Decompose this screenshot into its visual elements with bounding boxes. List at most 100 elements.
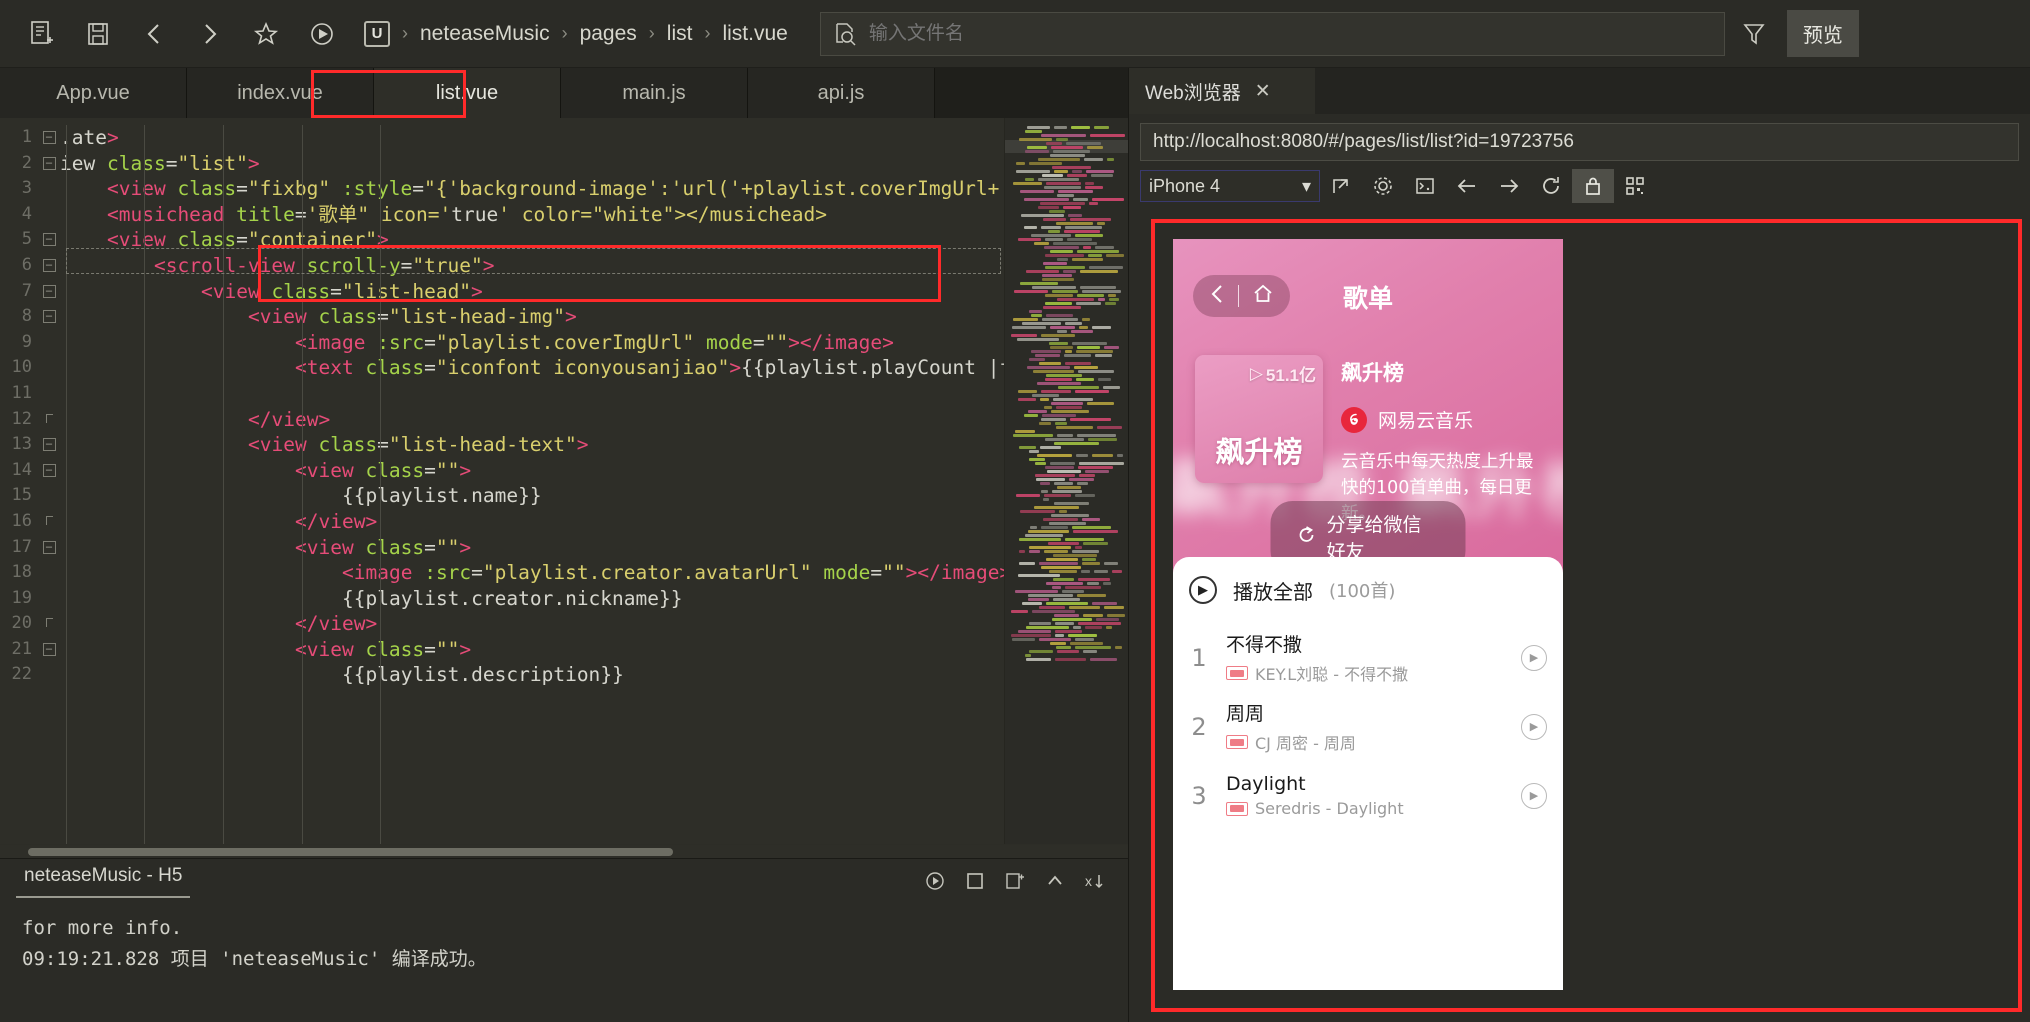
fold-marker[interactable]: − — [38, 637, 60, 663]
song-row[interactable]: 2 周周 CJ 周密 - 周周 ▶ — [1189, 692, 1547, 761]
minimap-line — [1092, 454, 1113, 457]
minimap-line — [1104, 346, 1119, 349]
fold-marker[interactable]: − — [38, 535, 60, 561]
minimap-line — [1067, 238, 1092, 241]
fold-marker[interactable] — [38, 381, 60, 407]
file-search-box[interactable] — [820, 12, 1725, 56]
console-icon[interactable] — [1404, 169, 1446, 203]
play-all-row[interactable]: ▶ 播放全部 (100首) — [1189, 557, 1547, 623]
minimap-line — [1055, 622, 1074, 625]
stop-icon[interactable] — [958, 866, 992, 896]
minimap-line — [1025, 654, 1031, 657]
fold-marker[interactable] — [38, 176, 60, 202]
minimap-line — [1056, 222, 1093, 225]
breadcrumb-item-list[interactable]: list — [667, 22, 693, 46]
run-icon[interactable] — [918, 866, 952, 896]
device-select-value: iPhone 4 — [1149, 176, 1220, 197]
play-icon[interactable]: ▶ — [1521, 714, 1547, 740]
minimap-line — [1095, 354, 1112, 357]
playlist-cover[interactable]: ▷ 51.1亿 飙升榜 — [1195, 355, 1323, 483]
star-icon[interactable] — [238, 11, 294, 57]
gear-icon[interactable] — [1362, 169, 1404, 203]
preview-button[interactable]: 预览 — [1787, 10, 1859, 57]
url-input[interactable] — [1153, 131, 2006, 153]
fold-marker[interactable] — [38, 611, 60, 637]
url-bar[interactable] — [1140, 123, 2019, 161]
minimap-line — [1075, 546, 1082, 549]
grid-icon[interactable] — [1614, 169, 1656, 203]
back-arrow-icon[interactable] — [126, 11, 182, 57]
fold-marker[interactable] — [38, 586, 60, 612]
new-file-icon[interactable] — [14, 11, 70, 57]
minimap-line — [1029, 310, 1042, 313]
tab-list-vue[interactable]: list.vue — [374, 68, 561, 118]
playlist-creator[interactable]: 网易云音乐 — [1341, 406, 1549, 433]
fold-marker[interactable] — [38, 560, 60, 586]
close-icon[interactable]: ✕ — [1255, 80, 1271, 103]
lock-icon[interactable] — [1572, 169, 1614, 203]
tab-api-js[interactable]: api.js — [748, 68, 935, 118]
song-artist: KEY.L刘聪 - 不得不撒 — [1255, 661, 1408, 685]
fold-marker[interactable]: − — [38, 151, 60, 177]
fold-marker[interactable] — [38, 407, 60, 433]
minimap-line — [1017, 338, 1059, 341]
scrollbar-thumb[interactable] — [28, 848, 673, 856]
code-text-area[interactable]: 1− .ate> 2− iew class="list"> 3 <view class=… — [0, 118, 1004, 844]
fold-marker[interactable]: − — [38, 304, 60, 330]
breadcrumb-item-file[interactable]: list.vue — [722, 22, 787, 46]
minimap-line — [1072, 342, 1107, 345]
tab-app-vue[interactable]: App.vue — [0, 68, 187, 118]
play-icon[interactable]: ▶ — [1521, 783, 1547, 809]
forward-arrow-icon[interactable] — [1488, 169, 1530, 203]
play-icon[interactable]: ▶ — [1521, 645, 1547, 671]
fold-marker[interactable] — [38, 355, 60, 381]
breadcrumb-item-pages[interactable]: pages — [580, 22, 637, 46]
code-line: 19 {{playlist.creator.nickname}} — [0, 586, 1004, 612]
share-icon — [1297, 525, 1317, 550]
fold-marker[interactable]: − — [38, 253, 60, 279]
song-row[interactable]: 1 不得不撒 KEY.L刘聪 - 不得不撒 ▶ — [1189, 623, 1547, 692]
creator-nickname: 网易云音乐 — [1378, 406, 1473, 433]
run-icon[interactable] — [294, 11, 350, 57]
clear-icon[interactable] — [998, 866, 1032, 896]
fold-marker[interactable] — [38, 202, 60, 228]
fold-marker[interactable]: − — [38, 279, 60, 305]
svg-text:x: x — [1085, 873, 1092, 889]
console-tab[interactable]: neteaseMusic - H5 — [16, 865, 190, 898]
device-toolbar: iPhone 4 ▾ — [1129, 161, 2030, 211]
tab-main-js[interactable]: main.js — [561, 68, 748, 118]
phone-viewport[interactable]: 飙升榜 飙升榜 歌单 — [1173, 239, 1563, 990]
fold-marker[interactable]: − — [38, 432, 60, 458]
collapse-icon[interactable] — [1038, 866, 1072, 896]
fold-marker[interactable] — [38, 330, 60, 356]
minimap-line — [1013, 318, 1038, 321]
tab-index-vue[interactable]: index.vue — [187, 68, 374, 118]
breadcrumb-item-project[interactable]: neteaseMusic — [420, 22, 550, 46]
minimap-line — [1083, 650, 1097, 653]
sort-icon[interactable]: x — [1078, 866, 1112, 896]
fold-marker[interactable] — [38, 662, 60, 688]
fold-marker[interactable]: − — [38, 227, 60, 253]
fold-marker[interactable] — [38, 483, 60, 509]
back-arrow-icon[interactable] — [1446, 169, 1488, 203]
fold-marker[interactable]: − — [38, 458, 60, 484]
device-select[interactable]: iPhone 4 ▾ — [1140, 170, 1320, 202]
reload-icon[interactable] — [1530, 169, 1572, 203]
filter-icon[interactable] — [1731, 11, 1777, 57]
horizontal-scrollbar[interactable] — [0, 844, 1128, 858]
minimap-line — [1052, 618, 1092, 621]
forward-arrow-icon[interactable] — [182, 11, 238, 57]
tab-web-browser[interactable]: Web浏览器 ✕ — [1129, 68, 1315, 114]
minimap-line — [1035, 354, 1060, 357]
search-input[interactable] — [869, 23, 1712, 45]
minimap-line — [1077, 294, 1104, 297]
save-icon[interactable] — [70, 11, 126, 57]
code-line: 18 <image :src="playlist.creator.avatarU… — [0, 560, 1004, 586]
fold-marker[interactable] — [38, 509, 60, 535]
popout-icon[interactable] — [1320, 169, 1362, 203]
code-minimap[interactable] — [1004, 118, 1128, 844]
minimap-line — [1054, 502, 1089, 505]
tab-label: App.vue — [56, 82, 129, 105]
song-row[interactable]: 3 Daylight Seredris - Daylight ▶ — [1189, 761, 1547, 830]
fold-marker[interactable]: − — [38, 125, 60, 151]
